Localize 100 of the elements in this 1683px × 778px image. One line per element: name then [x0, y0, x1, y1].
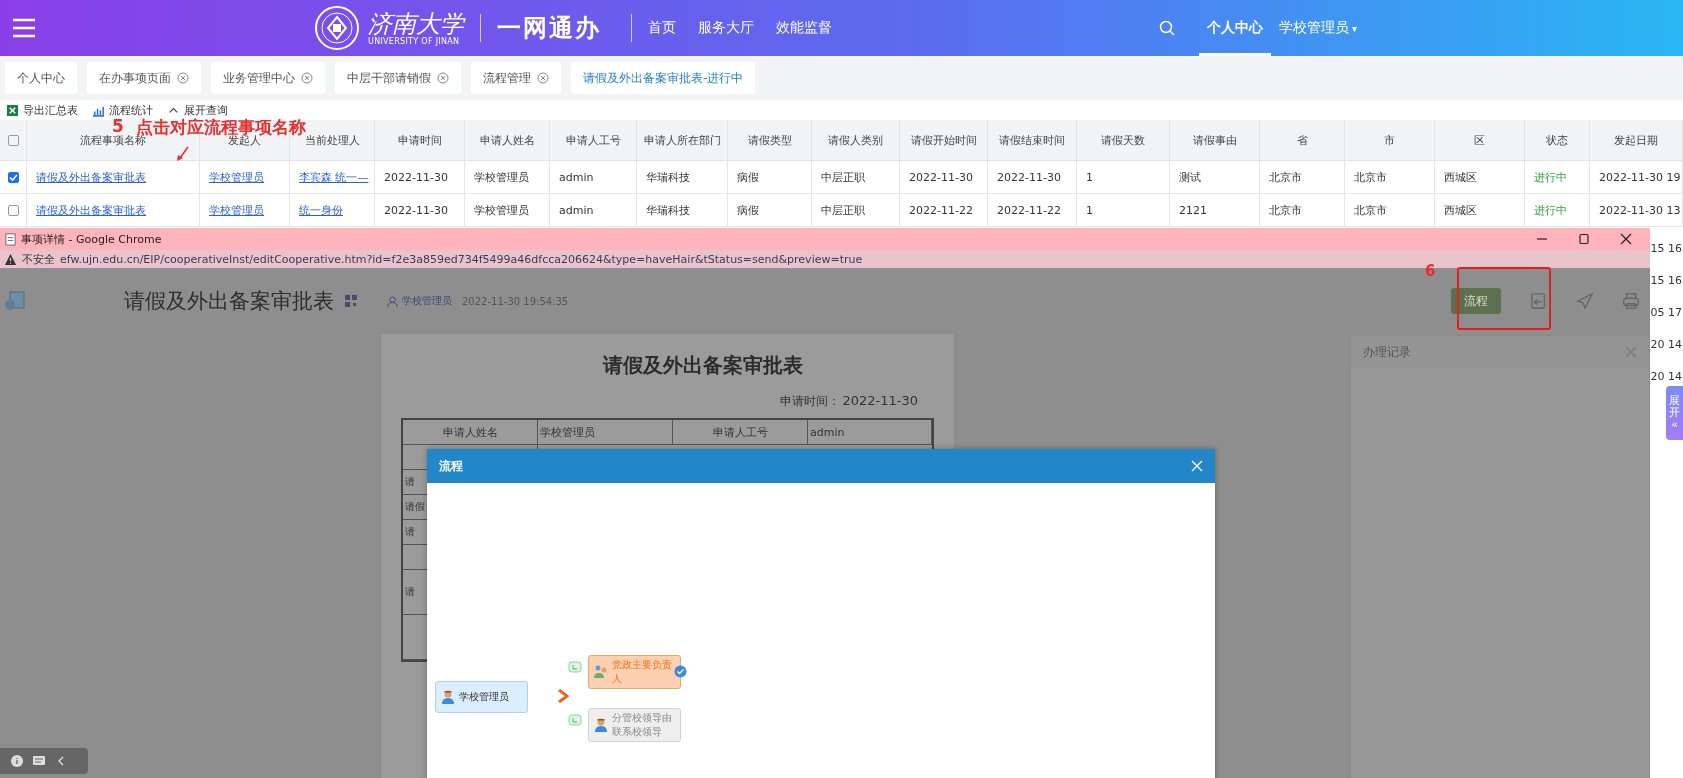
- table-link[interactable]: 请假及外出备案审批表: [36, 169, 146, 185]
- table-cell-text: 20 14: [1650, 368, 1683, 385]
- info-icon[interactable]: [10, 754, 24, 768]
- column-header: 申请人所在部门: [637, 120, 728, 161]
- table-cell: 中层正职: [812, 161, 900, 194]
- person-outline-icon: [386, 294, 399, 308]
- toolbar-link[interactable]: 流程统计: [109, 102, 153, 118]
- date-label: 申请时间：: [780, 393, 841, 410]
- portal-title: 一网通办: [497, 13, 601, 44]
- chevron-right-icon: [557, 689, 569, 703]
- column-header: 请假人类别: [812, 120, 900, 161]
- table-link[interactable]: 学校管理员: [209, 169, 264, 185]
- column-header: 省: [1260, 120, 1345, 161]
- column-header: 状态: [1525, 120, 1590, 161]
- toolbar-link[interactable]: 导出汇总表: [23, 102, 78, 118]
- menu-icon[interactable]: [12, 18, 36, 38]
- university-seal-icon: [314, 5, 360, 51]
- annotation-text: 点击对应流程事项名称: [135, 116, 306, 137]
- table-cell: 北京市: [1345, 161, 1435, 194]
- table-cell-text: 05 17: [1650, 304, 1683, 321]
- person-icon: [441, 689, 455, 705]
- table-cell: 1: [1077, 194, 1170, 227]
- form-cell: admin: [808, 420, 932, 444]
- page-tab[interactable]: 中层干部请销假: [335, 62, 461, 94]
- check-badge-icon: [674, 665, 687, 678]
- step-badge-icon: [568, 661, 582, 673]
- annotation-arrow: [176, 146, 190, 162]
- page-tab[interactable]: 流程管理: [471, 62, 561, 94]
- table-cell: 1: [1077, 161, 1170, 194]
- panel-title: 办理记录: [1363, 343, 1411, 361]
- warning-icon: [4, 252, 17, 266]
- table-cell: 2022-11-30 19: [1590, 161, 1683, 194]
- table-cell: 北京市: [1345, 194, 1435, 227]
- nav-link[interactable]: 效能监督: [776, 19, 832, 37]
- caret-icon: ▾: [1351, 22, 1357, 34]
- step-number: 5: [112, 116, 124, 136]
- checkbox[interactable]: [7, 171, 19, 183]
- search-icon[interactable]: [1158, 20, 1175, 36]
- table-cell: 病假: [728, 161, 812, 194]
- university-name: 济南大学: [368, 10, 464, 37]
- university-subtitle: UNIVERSITY OF JINAN: [368, 36, 461, 46]
- table-link[interactable]: 学校管理员: [209, 202, 264, 218]
- table-cell: 病假: [728, 194, 812, 227]
- checkbox[interactable]: [7, 204, 19, 216]
- column-header: 请假结束时间: [988, 120, 1077, 161]
- table-cell: 2022-11-30: [375, 194, 465, 227]
- page-tab[interactable]: 请假及外出备案审批表-进行中: [571, 62, 756, 94]
- table-cell: 华瑞科技: [637, 194, 728, 227]
- step-badge-icon: [568, 714, 582, 726]
- nav-link[interactable]: 服务大厅: [698, 19, 754, 37]
- page-tab[interactable]: 在办事项页面: [87, 62, 201, 94]
- table-cell: 2022-11-30: [900, 161, 988, 194]
- table-link[interactable]: 李宾森 统一—: [299, 169, 369, 185]
- maximize-icon[interactable]: [1578, 233, 1590, 245]
- form-cell: 学校管理员: [538, 420, 673, 444]
- table-cell: 北京市: [1260, 194, 1345, 227]
- close-icon[interactable]: [1620, 233, 1632, 245]
- table-cell: 进行中: [1525, 161, 1590, 194]
- table-cell: 中层正职: [812, 194, 900, 227]
- table-cell: admin: [550, 161, 637, 194]
- table-cell: 学校管理员: [465, 161, 550, 194]
- table-link[interactable]: 请假及外出备案审批表: [36, 202, 146, 218]
- flow-button[interactable]: 流程: [1451, 288, 1501, 314]
- table-cell: 2022-11-30: [375, 161, 465, 194]
- column-header: 申请人姓名: [465, 120, 550, 161]
- expand-side-tab[interactable]: 展开 «: [1666, 386, 1683, 440]
- page-url: efw.ujn.edu.cn/EIP/cooperativeInst/editCooperative.htm?id=f2e3a859ed734f5499a46dfcca206624&type=haveHair&tStatus=send&preview=true: [60, 252, 863, 266]
- flow-node: 学校管理员: [435, 681, 528, 713]
- table-cell: 华瑞科技: [637, 161, 728, 194]
- user-menu[interactable]: 学校管理员 ▾: [1270, 0, 1365, 56]
- column-header: 申请人工号: [550, 120, 637, 161]
- chat-icon[interactable]: [32, 754, 46, 768]
- column-header: 请假天数: [1077, 120, 1170, 161]
- printer-icon[interactable]: [1622, 292, 1640, 310]
- table-cell: admin: [550, 194, 637, 227]
- author-name: 学校管理员: [402, 294, 452, 308]
- table-cell: 2022-11-22: [900, 194, 988, 227]
- nav-link[interactable]: 首页: [648, 19, 676, 37]
- table-cell: 学校管理员: [465, 194, 550, 227]
- qr-code-icon: [344, 294, 358, 308]
- checkbox[interactable]: [7, 134, 19, 146]
- table-cell: 2022-11-30 13: [1590, 194, 1683, 227]
- form-cell: 申请人姓名: [403, 420, 538, 444]
- column-header: 请假事由: [1170, 120, 1260, 161]
- column-header: 申请时间: [375, 120, 465, 161]
- table-cell: 北京市: [1260, 161, 1345, 194]
- form-title: 请假及外出备案审批表: [601, 352, 804, 379]
- table-cell: 测试: [1170, 161, 1260, 194]
- table-cell-text: 15 16: [1650, 272, 1683, 289]
- table-cell-text: 15 16: [1650, 240, 1683, 257]
- flow-node: 分管校领导由联系校领导: [588, 708, 681, 742]
- table-cell-text: 20 14: [1650, 336, 1683, 353]
- table-cell: 西城区: [1435, 161, 1525, 194]
- form-cell: 申请人工号: [673, 420, 808, 444]
- flow-node: 党政主要负责人: [588, 655, 681, 689]
- table-cell: 西城区: [1435, 194, 1525, 227]
- table-link[interactable]: 统一身份: [299, 202, 343, 218]
- page-tab[interactable]: 个人中心: [5, 62, 77, 94]
- page-tab[interactable]: 业务管理中心: [211, 62, 325, 94]
- toolbar-link[interactable]: 展开查询: [184, 102, 228, 118]
